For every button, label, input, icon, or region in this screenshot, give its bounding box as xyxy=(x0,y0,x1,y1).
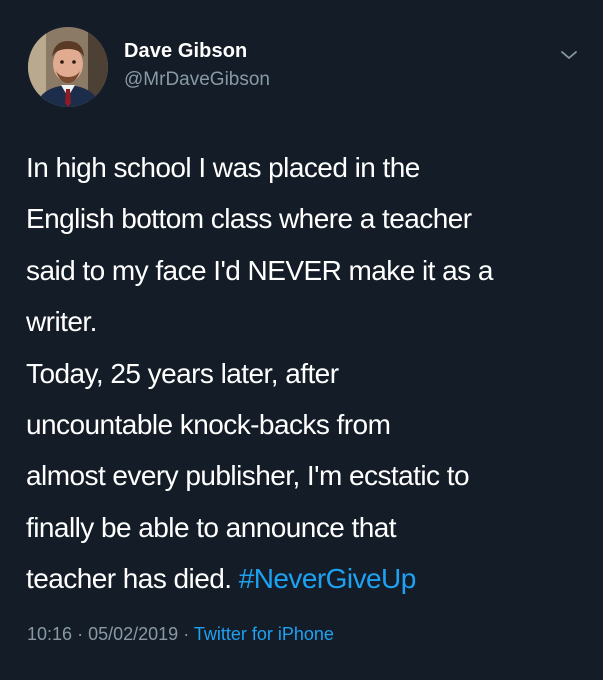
author-display-name[interactable]: Dave Gibson xyxy=(124,38,270,64)
meta-separator: · xyxy=(183,624,190,644)
tweet-text-line: finally be able to announce that xyxy=(26,511,397,543)
tweet-meta: 10:16 · 05/02/2019 · Twitter for iPhone xyxy=(27,621,334,647)
tweet-header: Dave Gibson @MrDaveGibson xyxy=(28,27,588,107)
tweet-text: In high school I was placed in the Engli… xyxy=(26,142,586,605)
tweet-text-line: English bottom class where a teacher xyxy=(26,203,472,235)
tweet-text-line: said to my face I'd NEVER make it as a xyxy=(26,254,493,286)
tweet-text-line: In high school I was placed in the xyxy=(26,152,420,183)
author-handle[interactable]: @MrDaveGibson xyxy=(124,66,270,94)
avatar[interactable] xyxy=(28,27,108,107)
hashtag-link[interactable]: #NeverGiveUp xyxy=(239,563,417,594)
tweet-card: Dave Gibson @MrDaveGibson In high school… xyxy=(0,0,603,680)
tweet-time[interactable]: 10:16 xyxy=(27,624,72,644)
avatar-photo xyxy=(28,27,108,107)
tweet-text-line: writer. xyxy=(26,306,97,338)
tweet-text-line: teacher has died. xyxy=(26,563,232,595)
tweet-text-last-line: teacher has died. #NeverGiveUp xyxy=(26,553,586,604)
tweet-text-line: uncountable knock-backs from xyxy=(26,409,391,441)
author-names: Dave Gibson @MrDaveGibson xyxy=(124,38,270,94)
tweet-date[interactable]: 05/02/2019 xyxy=(88,624,178,644)
meta-separator: · xyxy=(77,624,84,644)
chevron-down-icon[interactable] xyxy=(558,47,580,63)
tweet-source-link[interactable]: Twitter for iPhone xyxy=(194,624,334,644)
tweet-text-line: Today, 25 years later, after xyxy=(26,357,339,389)
tweet-text-line: almost every publisher, I'm ecstatic to xyxy=(26,460,470,492)
